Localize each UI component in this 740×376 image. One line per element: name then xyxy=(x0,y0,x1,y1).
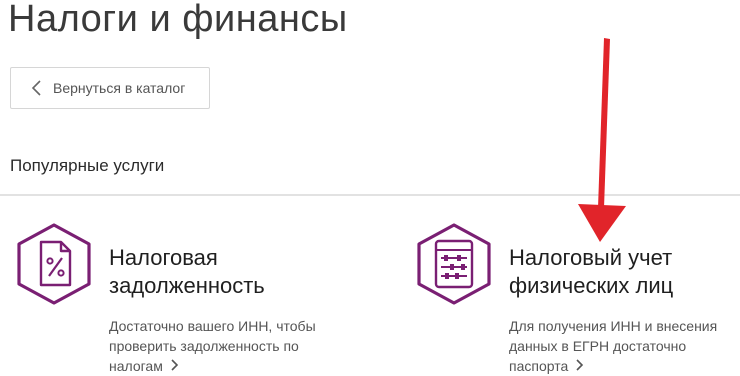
section-title: Популярные услуги xyxy=(10,156,165,175)
chevron-right-icon[interactable] xyxy=(574,358,584,372)
percent-document-icon xyxy=(17,223,91,305)
service-title[interactable]: Налоговая задолженность xyxy=(109,244,369,300)
service-description: Достаточно вашего ИНН, чтобы проверить з… xyxy=(109,318,316,374)
chevron-right-icon[interactable] xyxy=(169,358,179,372)
service-description: Для получения ИНН и внесения данных в ЕГ… xyxy=(509,318,718,374)
back-button-label: Вернуться в каталог xyxy=(53,80,186,96)
abacus-icon xyxy=(417,223,491,305)
page-title: Налоги и финансы xyxy=(8,0,348,40)
service-title[interactable]: Налоговый учет физических лиц xyxy=(509,244,740,300)
annotation-arrow-icon xyxy=(578,38,626,242)
back-to-catalog-button[interactable]: Вернуться в каталог xyxy=(10,67,210,109)
chevron-left-icon xyxy=(31,80,41,96)
